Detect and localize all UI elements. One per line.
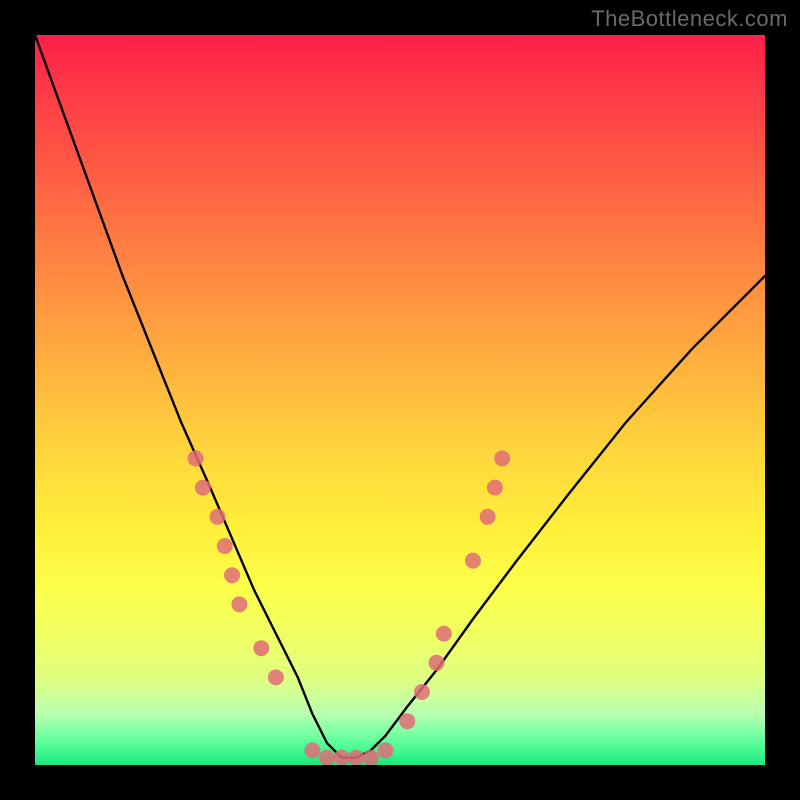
outer-frame: TheBottleneck.com <box>0 0 800 800</box>
marker-dot <box>429 655 445 671</box>
marker-dot <box>224 567 240 583</box>
marker-dot <box>494 450 510 466</box>
marker-dot <box>253 640 269 656</box>
marker-dot <box>268 669 284 685</box>
marker-dot <box>188 450 204 466</box>
marker-dot <box>436 626 452 642</box>
marker-dot <box>363 750 379 765</box>
marker-dot <box>210 509 226 525</box>
marker-dot <box>465 553 481 569</box>
marker-dot <box>304 742 320 758</box>
chart-svg <box>35 35 765 765</box>
marker-dot <box>231 596 247 612</box>
marker-dot <box>414 684 430 700</box>
marker-group <box>188 450 511 765</box>
marker-dot <box>487 480 503 496</box>
plot-area <box>35 35 765 765</box>
marker-dot <box>195 480 211 496</box>
watermark-text: TheBottleneck.com <box>591 6 788 32</box>
bottleneck-curve <box>35 35 765 758</box>
marker-dot <box>480 509 496 525</box>
marker-dot <box>319 750 335 765</box>
marker-dot <box>334 750 350 765</box>
marker-dot <box>399 713 415 729</box>
marker-dot <box>217 538 233 554</box>
marker-dot <box>377 742 393 758</box>
marker-dot <box>348 750 364 765</box>
